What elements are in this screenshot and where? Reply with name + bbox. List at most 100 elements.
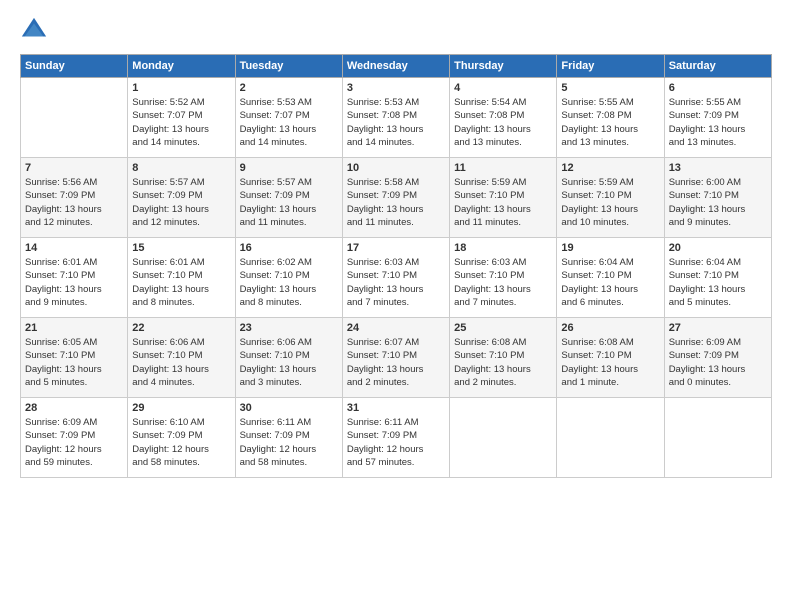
- calendar-cell: 19 Sunrise: 6:04 AM Sunset: 7:10 PM Dayli…: [557, 238, 664, 318]
- day-info: Sunrise: 5:54 AM Sunset: 7:08 PM Dayligh…: [454, 96, 552, 149]
- day-number: 26: [561, 322, 659, 334]
- week-row-2: 7 Sunrise: 5:56 AM Sunset: 7:09 PM Daylig…: [21, 158, 772, 238]
- day-info: Sunrise: 6:06 AM Sunset: 7:10 PM Dayligh…: [240, 336, 338, 389]
- calendar-cell: 31Sunrise: 6:11 AM Sunset: 7:09 PM Dayli…: [342, 398, 449, 478]
- calendar-cell: 28 Sunrise: 6:09 AM Sunset: 7:09 PM Dayli…: [21, 398, 128, 478]
- day-number: 27: [669, 322, 767, 334]
- day-number: 7: [25, 162, 123, 174]
- calendar-cell: 25 Sunrise: 6:08 AM Sunset: 7:10 PM Dayli…: [450, 318, 557, 398]
- day-info: Sunrise: 5:59 AM Sunset: 7:10 PM Dayligh…: [454, 176, 552, 229]
- day-number: 5: [561, 82, 659, 94]
- calendar-cell: 4 Sunrise: 5:54 AM Sunset: 7:08 PM Daylig…: [450, 78, 557, 158]
- day-number: 21: [25, 322, 123, 334]
- day-number: 16: [240, 242, 338, 254]
- calendar-cell: 17Sunrise: 6:03 AM Sunset: 7:10 PM Dayli…: [342, 238, 449, 318]
- day-info: Sunrise: 6:01 AM Sunset: 7:10 PM Dayligh…: [25, 256, 123, 309]
- day-number: 11: [454, 162, 552, 174]
- day-number: 10: [347, 162, 445, 174]
- day-number: 13: [669, 162, 767, 174]
- day-info: Sunrise: 5:55 AM Sunset: 7:09 PM Dayligh…: [669, 96, 767, 149]
- day-number: 18: [454, 242, 552, 254]
- calendar-cell: 10 Sunrise: 5:58 AM Sunset: 7:09 PM Dayli…: [342, 158, 449, 238]
- day-number: 17: [347, 242, 445, 254]
- day-number: 12: [561, 162, 659, 174]
- day-info: Sunrise: 5:59 AM Sunset: 7:10 PM Dayligh…: [561, 176, 659, 229]
- day-number: 8: [132, 162, 230, 174]
- day-number: 2: [240, 82, 338, 94]
- day-number: 24: [347, 322, 445, 334]
- calendar-cell: 29 Sunrise: 6:10 AM Sunset: 7:09 PM Dayli…: [128, 398, 235, 478]
- header-row: SundayMondayTuesdayWednesdayThursdayFrid…: [21, 55, 772, 78]
- calendar-cell: 16 Sunrise: 6:02 AM Sunset: 7:10 PM Dayli…: [235, 238, 342, 318]
- day-info: Sunrise: 6:10 AM Sunset: 7:09 PM Dayligh…: [132, 416, 230, 469]
- day-number: 3: [347, 82, 445, 94]
- calendar-cell: 12 Sunrise: 5:59 AM Sunset: 7:10 PM Dayli…: [557, 158, 664, 238]
- column-header-friday: Friday: [557, 55, 664, 78]
- day-number: 28: [25, 402, 123, 414]
- day-info: Sunrise: 5:57 AM Sunset: 7:09 PM Dayligh…: [132, 176, 230, 229]
- day-info: Sunrise: 5:53 AM Sunset: 7:07 PM Dayligh…: [240, 96, 338, 149]
- calendar-cell: [21, 78, 128, 158]
- day-info: Sunrise: 6:11 AM Sunset: 7:09 PM Dayligh…: [347, 416, 445, 469]
- day-number: 29: [132, 402, 230, 414]
- day-number: 14: [25, 242, 123, 254]
- calendar-cell: 14 Sunrise: 6:01 AM Sunset: 7:10 PM Dayli…: [21, 238, 128, 318]
- calendar-cell: 11 Sunrise: 5:59 AM Sunset: 7:10 PM Dayli…: [450, 158, 557, 238]
- day-info: Sunrise: 6:08 AM Sunset: 7:10 PM Dayligh…: [454, 336, 552, 389]
- calendar-cell: 13 Sunrise: 6:00 AM Sunset: 7:10 PM Dayli…: [664, 158, 771, 238]
- calendar-cell: 23 Sunrise: 6:06 AM Sunset: 7:10 PM Dayli…: [235, 318, 342, 398]
- calendar-cell: 22 Sunrise: 6:06 AM Sunset: 7:10 PM Dayli…: [128, 318, 235, 398]
- day-number: 6: [669, 82, 767, 94]
- day-info: Sunrise: 6:11 AM Sunset: 7:09 PM Dayligh…: [240, 416, 338, 469]
- calendar-cell: 3 Sunrise: 5:53 AM Sunset: 7:08 PM Daylig…: [342, 78, 449, 158]
- day-info: Sunrise: 6:07 AM Sunset: 7:10 PM Dayligh…: [347, 336, 445, 389]
- calendar-cell: 27 Sunrise: 6:09 AM Sunset: 7:09 PM Dayli…: [664, 318, 771, 398]
- day-info: Sunrise: 5:58 AM Sunset: 7:09 PM Dayligh…: [347, 176, 445, 229]
- calendar-cell: 18Sunrise: 6:03 AM Sunset: 7:10 PM Dayli…: [450, 238, 557, 318]
- calendar-cell: 26 Sunrise: 6:08 AM Sunset: 7:10 PM Dayli…: [557, 318, 664, 398]
- day-info: Sunrise: 5:56 AM Sunset: 7:09 PM Dayligh…: [25, 176, 123, 229]
- calendar-cell: 7 Sunrise: 5:56 AM Sunset: 7:09 PM Daylig…: [21, 158, 128, 238]
- week-row-3: 14 Sunrise: 6:01 AM Sunset: 7:10 PM Dayli…: [21, 238, 772, 318]
- calendar-cell: 6 Sunrise: 5:55 AM Sunset: 7:09 PM Daylig…: [664, 78, 771, 158]
- calendar-cell: 1Sunrise: 5:52 AM Sunset: 7:07 PM Daylig…: [128, 78, 235, 158]
- day-info: Sunrise: 5:52 AM Sunset: 7:07 PM Dayligh…: [132, 96, 230, 149]
- day-number: 22: [132, 322, 230, 334]
- day-info: Sunrise: 6:02 AM Sunset: 7:10 PM Dayligh…: [240, 256, 338, 309]
- day-number: 9: [240, 162, 338, 174]
- calendar-cell: 5 Sunrise: 5:55 AM Sunset: 7:08 PM Daylig…: [557, 78, 664, 158]
- day-number: 25: [454, 322, 552, 334]
- calendar-cell: 20Sunrise: 6:04 AM Sunset: 7:10 PM Dayli…: [664, 238, 771, 318]
- day-info: Sunrise: 6:09 AM Sunset: 7:09 PM Dayligh…: [669, 336, 767, 389]
- calendar-cell: [557, 398, 664, 478]
- day-info: Sunrise: 6:06 AM Sunset: 7:10 PM Dayligh…: [132, 336, 230, 389]
- header: [20, 16, 772, 44]
- calendar-cell: 24 Sunrise: 6:07 AM Sunset: 7:10 PM Dayli…: [342, 318, 449, 398]
- day-info: Sunrise: 6:09 AM Sunset: 7:09 PM Dayligh…: [25, 416, 123, 469]
- day-info: Sunrise: 5:57 AM Sunset: 7:09 PM Dayligh…: [240, 176, 338, 229]
- calendar-cell: 15 Sunrise: 6:01 AM Sunset: 7:10 PM Dayli…: [128, 238, 235, 318]
- calendar-cell: 21Sunrise: 6:05 AM Sunset: 7:10 PM Dayli…: [21, 318, 128, 398]
- column-header-sunday: Sunday: [21, 55, 128, 78]
- logo: [20, 16, 52, 44]
- week-row-1: 1Sunrise: 5:52 AM Sunset: 7:07 PM Daylig…: [21, 78, 772, 158]
- day-info: Sunrise: 6:00 AM Sunset: 7:10 PM Dayligh…: [669, 176, 767, 229]
- calendar-cell: 9 Sunrise: 5:57 AM Sunset: 7:09 PM Daylig…: [235, 158, 342, 238]
- day-number: 4: [454, 82, 552, 94]
- day-info: Sunrise: 5:53 AM Sunset: 7:08 PM Dayligh…: [347, 96, 445, 149]
- week-row-4: 21Sunrise: 6:05 AM Sunset: 7:10 PM Dayli…: [21, 318, 772, 398]
- day-info: Sunrise: 6:04 AM Sunset: 7:10 PM Dayligh…: [561, 256, 659, 309]
- calendar-table: SundayMondayTuesdayWednesdayThursdayFrid…: [20, 54, 772, 478]
- day-info: Sunrise: 5:55 AM Sunset: 7:08 PM Dayligh…: [561, 96, 659, 149]
- day-info: Sunrise: 6:08 AM Sunset: 7:10 PM Dayligh…: [561, 336, 659, 389]
- calendar-cell: 30 Sunrise: 6:11 AM Sunset: 7:09 PM Dayli…: [235, 398, 342, 478]
- column-header-saturday: Saturday: [664, 55, 771, 78]
- day-info: Sunrise: 6:01 AM Sunset: 7:10 PM Dayligh…: [132, 256, 230, 309]
- day-number: 23: [240, 322, 338, 334]
- page: SundayMondayTuesdayWednesdayThursdayFrid…: [0, 0, 792, 612]
- calendar-cell: 8 Sunrise: 5:57 AM Sunset: 7:09 PM Daylig…: [128, 158, 235, 238]
- day-number: 19: [561, 242, 659, 254]
- day-info: Sunrise: 6:04 AM Sunset: 7:10 PM Dayligh…: [669, 256, 767, 309]
- day-number: 30: [240, 402, 338, 414]
- day-number: 15: [132, 242, 230, 254]
